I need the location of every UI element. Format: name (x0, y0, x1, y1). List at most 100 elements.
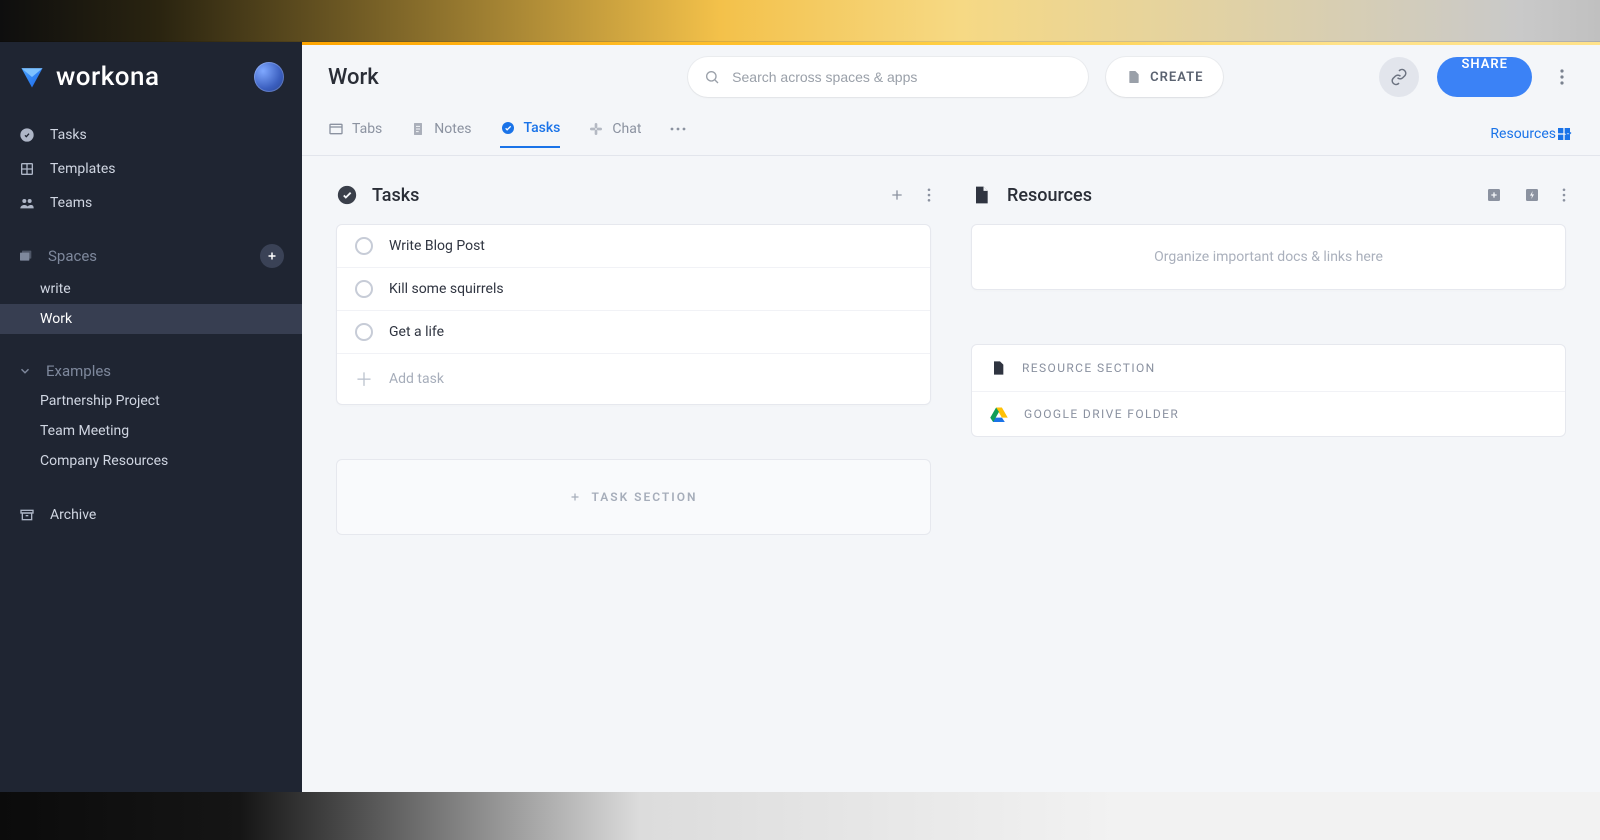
task-row[interactable]: Write Blog Post (337, 225, 930, 268)
layout-toggle-button[interactable] (1556, 126, 1572, 142)
nav-label: Tasks (50, 127, 87, 143)
page-title: Work (328, 65, 379, 90)
add-task-section[interactable]: TASK SECTION (336, 459, 931, 535)
tab-chat[interactable]: Chat (588, 121, 641, 147)
search-icon (704, 69, 720, 85)
sidebar: workona Tasks Templates Teams (0, 42, 302, 792)
content-area: Tasks Write Blog Post Kill some squirrel… (302, 156, 1600, 792)
spaces-header-label: Spaces (48, 247, 97, 265)
tab-tasks[interactable]: Tasks (500, 120, 561, 148)
tab-label: Notes (434, 121, 471, 137)
nav-teams[interactable]: Teams (0, 186, 302, 220)
examples-header-label: Examples (46, 362, 111, 380)
spaces-header: Spaces (0, 234, 302, 274)
resource-option-gdrive[interactable]: GOOGLE DRIVE FOLDER (972, 392, 1565, 436)
task-radio[interactable] (355, 280, 373, 298)
space-label: Partnership Project (40, 393, 160, 409)
task-radio[interactable] (355, 323, 373, 341)
create-icon (1126, 69, 1142, 85)
task-title: Kill some squirrels (389, 281, 504, 297)
check-circle-icon (18, 126, 36, 144)
check-circle-icon (336, 184, 358, 206)
tasks-heading: Tasks (372, 185, 419, 206)
search-wrap (688, 57, 1088, 97)
workona-logo-icon (18, 63, 46, 91)
tab-label: Tabs (352, 121, 382, 137)
add-task-label: Add task (389, 371, 444, 387)
add-task-button[interactable] (889, 187, 905, 203)
brand[interactable]: workona (18, 62, 160, 92)
add-task-row[interactable]: ＋ Add task (337, 354, 930, 404)
example-company-resources[interactable]: Company Resources (0, 446, 302, 476)
resource-option-label: GOOGLE DRIVE FOLDER (1024, 407, 1179, 421)
tasks-card: Write Blog Post Kill some squirrels Get … (336, 224, 931, 405)
nav-label: Teams (50, 195, 92, 211)
archive-icon (18, 506, 36, 524)
space-label: Company Resources (40, 453, 168, 469)
search-input[interactable] (688, 57, 1088, 97)
resources-label: Resources (1490, 126, 1556, 142)
resources-panel: Resources Organize important docs & link… (971, 184, 1566, 764)
share-button[interactable]: SHARE (1437, 57, 1532, 97)
nav-label: Archive (50, 507, 96, 523)
resource-options-card: RESOURCE SECTION GOOGLE DRIVE FOLDER (971, 344, 1566, 437)
slack-icon (588, 121, 604, 137)
document-icon (971, 184, 993, 206)
space-label: Team Meeting (40, 423, 129, 439)
plus-icon: ＋ (355, 366, 373, 392)
topbar: Work CREATE SHARE (302, 42, 1600, 112)
resources-placeholder-card[interactable]: Organize important docs & links here (971, 224, 1566, 290)
document-icon (990, 359, 1006, 377)
tasks-panel: Tasks Write Blog Post Kill some squirrel… (336, 184, 931, 764)
resource-option-section[interactable]: RESOURCE SECTION (972, 345, 1565, 392)
create-label: CREATE (1150, 70, 1203, 85)
template-icon (18, 160, 36, 178)
more-menu-button[interactable] (1550, 57, 1574, 97)
example-partnership[interactable]: Partnership Project (0, 386, 302, 416)
quick-resource-button[interactable] (1524, 187, 1540, 203)
add-resource-button[interactable] (1486, 187, 1502, 203)
nav-tasks[interactable]: Tasks (0, 118, 302, 152)
people-icon (18, 194, 36, 212)
link-button[interactable] (1379, 57, 1419, 97)
google-drive-icon (990, 406, 1008, 422)
task-title: Get a life (389, 324, 444, 340)
nav-label: Templates (50, 161, 116, 177)
space-write[interactable]: write (0, 274, 302, 304)
ambient-top-gradient (0, 0, 1600, 42)
examples-header[interactable]: Examples (0, 352, 302, 386)
nav-archive[interactable]: Archive (0, 498, 302, 532)
task-title: Write Blog Post (389, 238, 485, 254)
tab-label: Tasks (524, 120, 561, 136)
tabbar: Tabs Notes Tasks Chat Resources (302, 112, 1600, 156)
space-work[interactable]: Work (0, 304, 302, 334)
space-label: write (40, 281, 71, 297)
ambient-bottom-gradient (0, 792, 1600, 840)
tab-label: Chat (612, 121, 641, 137)
task-radio[interactable] (355, 237, 373, 255)
create-button[interactable]: CREATE (1106, 57, 1223, 97)
task-row[interactable]: Kill some squirrels (337, 268, 930, 311)
tab-notes[interactable]: Notes (410, 121, 471, 147)
folder-stack-icon (18, 248, 34, 264)
task-row[interactable]: Get a life (337, 311, 930, 354)
tab-more[interactable] (669, 126, 687, 142)
more-horizontal-icon (669, 126, 687, 132)
avatar[interactable] (254, 62, 284, 92)
task-section-label: TASK SECTION (591, 490, 697, 504)
space-label: Work (40, 311, 72, 327)
check-circle-icon (500, 120, 516, 136)
tasks-more-button[interactable] (927, 188, 931, 202)
example-team-meeting[interactable]: Team Meeting (0, 416, 302, 446)
nav-templates[interactable]: Templates (0, 152, 302, 186)
chevron-down-icon (18, 364, 32, 378)
share-label: SHARE (1461, 57, 1508, 72)
plus-icon (569, 491, 581, 503)
tab-tabs[interactable]: Tabs (328, 121, 382, 147)
resources-more-button[interactable] (1562, 188, 1566, 202)
add-space-button[interactable] (260, 244, 284, 268)
main-area: Work CREATE SHARE (302, 42, 1600, 792)
note-icon (410, 121, 426, 137)
resources-heading: Resources (1007, 185, 1092, 206)
window-icon (328, 121, 344, 137)
